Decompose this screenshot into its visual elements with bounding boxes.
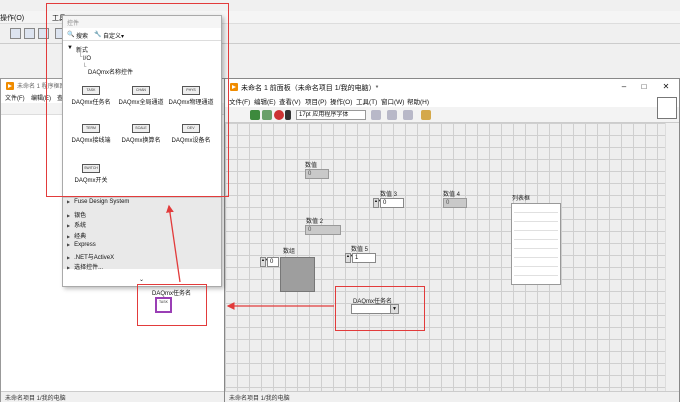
annotation-arrows: [166, 204, 334, 310]
annotation-arrow-up: [166, 204, 181, 283]
